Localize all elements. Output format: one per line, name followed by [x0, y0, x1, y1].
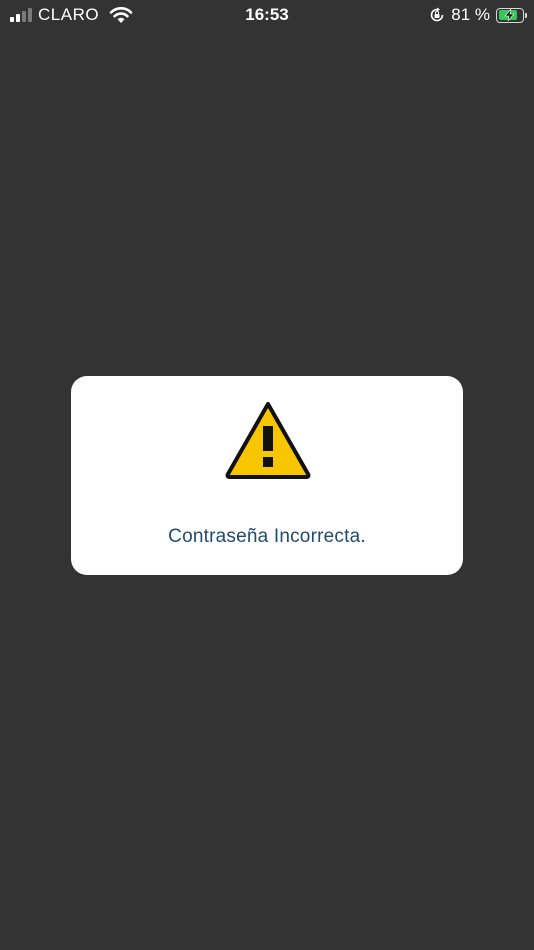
status-right: 81 %: [429, 5, 527, 25]
battery-icon: [496, 7, 527, 23]
status-bar: CLARO 16:53 81 %: [0, 0, 534, 30]
error-dialog: Contraseña Incorrecta.: [71, 376, 463, 575]
battery-tip: [525, 12, 527, 18]
dialog-message: Contraseña Incorrecta.: [168, 526, 366, 547]
orientation-lock-icon: [430, 7, 444, 22]
battery-percent: 81 %: [451, 5, 490, 24]
charging-bolt-icon: [504, 8, 515, 21]
warning-icon: [225, 402, 311, 479]
